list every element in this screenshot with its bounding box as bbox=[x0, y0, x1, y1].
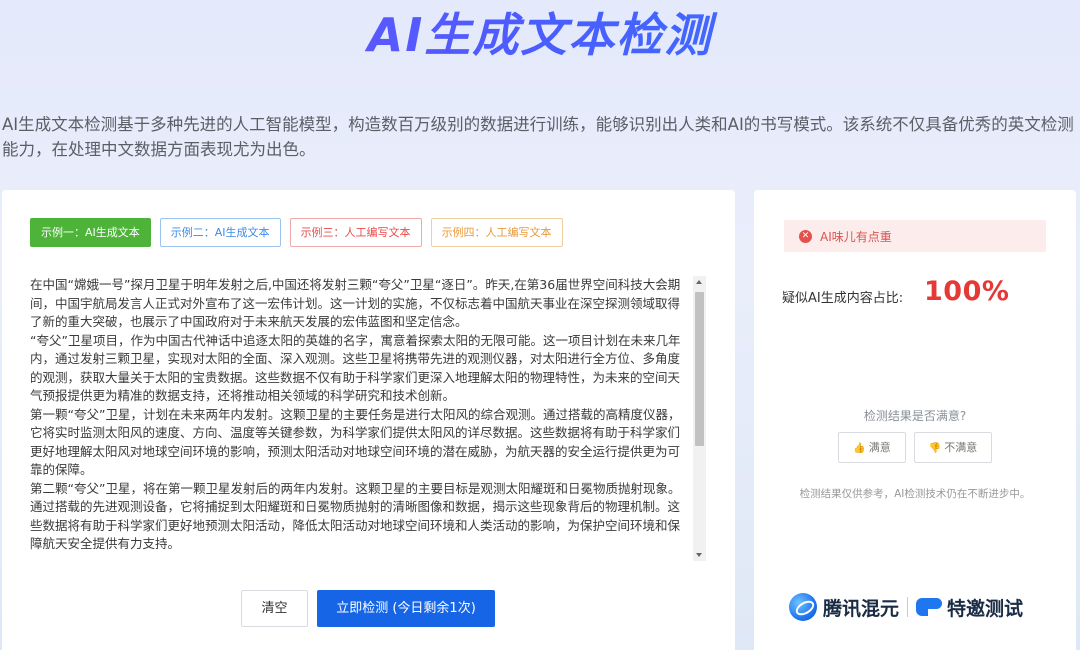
satisfied-button[interactable]: 👍 满意 bbox=[838, 432, 906, 463]
example-button-4[interactable]: 示例四：人工编写文本 bbox=[430, 218, 563, 247]
x-circle-icon: ✕ bbox=[799, 229, 812, 243]
brand-divider bbox=[907, 597, 909, 617]
unsatisfied-label: 不满意 bbox=[944, 441, 978, 454]
input-panel: 示例一：AI生成文本 示例二：AI生成文本 示例三：人工编写文本 示例四：人工编… bbox=[2, 190, 735, 650]
text-paragraph: 在中国“嫦娥一号”探月卫星于明年发射之后,中国还将发射三颗“夸父”卫星“逐日”。… bbox=[30, 277, 681, 329]
text-paragraph: “夸父”卫星项目，作为中国古代神话中追逐太阳的英雄的名字，寓意着探索太阳的无限可… bbox=[30, 332, 681, 404]
branding: 腾讯混元 特邀测试 bbox=[789, 593, 1023, 621]
text-scrollbar[interactable] bbox=[693, 276, 706, 561]
brand-tagline: 特邀测试 bbox=[947, 597, 1024, 620]
example-button-2[interactable]: 示例二：AI生成文本 bbox=[159, 218, 281, 247]
example-tabs: 示例一：AI生成文本 示例二：AI生成文本 示例三：人工编写文本 示例四：人工编… bbox=[30, 218, 563, 247]
satisfaction-question: 检测结果是否满意? bbox=[863, 409, 967, 423]
brand-name: 腾讯混元 bbox=[823, 597, 900, 620]
thumbs-up-icon: 👍 bbox=[853, 443, 866, 454]
ratio-value: 100% bbox=[924, 276, 1010, 307]
scrollbar-thumb[interactable] bbox=[695, 292, 704, 446]
text-paragraph: 第一颗“夸父”卫星，计划在未来两年内发射。这颗卫星的主要任务是进行太阳风的综合观… bbox=[30, 406, 681, 478]
invite-test-logo-icon bbox=[916, 596, 943, 618]
thumbs-down-icon: 👎 bbox=[928, 443, 942, 454]
result-panel: ✕ AI味儿有点重 疑似AI生成内容占比: 100% 检测结果是否满意? 👍 满意… bbox=[754, 190, 1076, 650]
detect-button[interactable]: 立即检测 (今日剩余1次) bbox=[317, 590, 495, 627]
example-button-1[interactable]: 示例一：AI生成文本 bbox=[30, 218, 151, 247]
ratio-label: 疑似AI生成内容占比: bbox=[782, 291, 904, 306]
hunyuan-logo-icon bbox=[789, 593, 817, 621]
clear-button[interactable]: 清空 bbox=[241, 590, 308, 627]
text-paragraph: 第二颗“夸父”卫星，将在第一颗卫星发射后的两年内发射。这颗卫星的主要目标是观测太… bbox=[30, 480, 681, 552]
disclaimer-note: 检测结果仅供参考，AI检测技术仍在不断进步中。 bbox=[799, 488, 1031, 500]
satisfied-label: 满意 bbox=[868, 441, 891, 454]
page-title: AI生成文本检测 bbox=[0, 4, 1080, 66]
alert-text: AI味儿有点重 bbox=[820, 229, 892, 244]
intro-text: AI生成文本检测基于多种先进的人工智能模型，构造数百万级别的数据进行训练，能够识… bbox=[2, 115, 1074, 159]
scroll-up-icon[interactable] bbox=[696, 280, 702, 284]
example-button-3[interactable]: 示例三：人工编写文本 bbox=[289, 218, 422, 247]
unsatisfied-button[interactable]: 👎 不满意 bbox=[914, 432, 992, 463]
scroll-down-icon[interactable] bbox=[696, 553, 702, 557]
result-alert: ✕ AI味儿有点重 bbox=[784, 220, 1046, 252]
text-input-area[interactable]: 在中国“嫦娥一号”探月卫星于明年发射之后,中国还将发射三颗“夸父”卫星“逐日”。… bbox=[30, 276, 692, 561]
